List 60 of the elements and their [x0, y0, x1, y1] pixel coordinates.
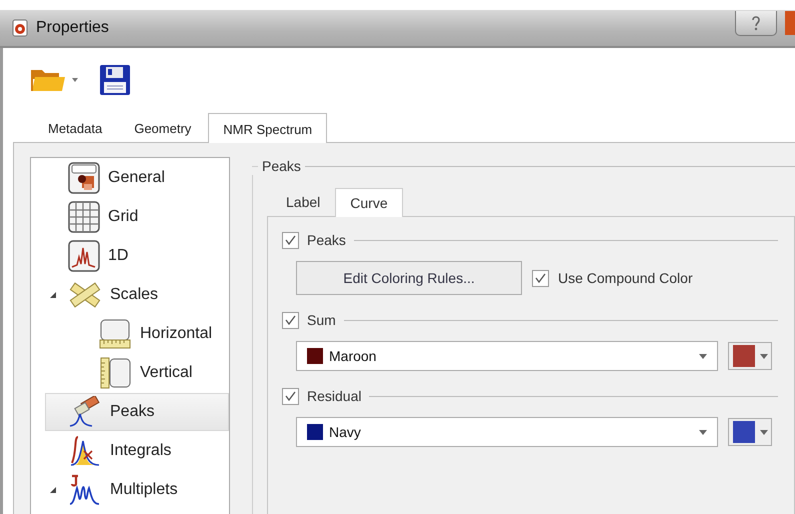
caret-icon — [760, 430, 768, 434]
edit-rules-button[interactable]: Edit Coloring Rules... — [296, 261, 522, 295]
checkbox[interactable] — [282, 388, 299, 404]
checkmark-icon — [285, 235, 296, 245]
question-mark-icon — [751, 14, 761, 30]
tree-label: Multiplets — [110, 481, 178, 499]
title-chart-icon — [68, 162, 100, 194]
tree-item[interactable]: Integrals — [31, 432, 229, 470]
checkbox[interactable] — [532, 270, 549, 286]
tree-label: Peaks — [110, 403, 154, 421]
help-button[interactable] — [735, 10, 777, 36]
section-label: Sum — [307, 312, 336, 328]
tab[interactable]: Metadata — [33, 114, 118, 142]
section-label: Residual — [307, 388, 362, 404]
checkbox[interactable] — [282, 312, 299, 328]
tree-item[interactable]: Horizontal — [31, 315, 229, 353]
color-dropdown[interactable]: Navy — [296, 417, 718, 447]
checkmark-icon — [285, 315, 296, 325]
tree-label: General — [108, 169, 165, 187]
caret-icon — [699, 354, 707, 358]
tree-item[interactable]: Vertical — [31, 354, 229, 392]
caret-icon — [699, 430, 707, 434]
tree-item[interactable]: 1D — [31, 237, 229, 275]
caret-icon — [71, 77, 79, 83]
integral-curve-icon — [68, 435, 102, 467]
tree-item[interactable]: General — [31, 159, 229, 197]
folder-icon — [31, 67, 65, 93]
caret-icon — [760, 354, 768, 358]
tree-label: Scales — [110, 286, 158, 304]
checkmark-icon — [535, 273, 546, 283]
section-label: Peaks — [307, 232, 346, 248]
grid-icon — [68, 201, 100, 233]
vertical-scale-icon — [98, 357, 132, 389]
tree-item[interactable]: Multiplets — [31, 471, 229, 509]
horizontal-scale-icon — [98, 318, 132, 350]
peak-picker-icon — [68, 396, 102, 428]
checkbox[interactable] — [282, 232, 299, 248]
tab[interactable]: Geometry — [119, 114, 206, 142]
color-dropdown[interactable]: Maroon — [296, 341, 718, 371]
option-label: Use Compound Color — [558, 270, 693, 286]
tree-label: 1D — [108, 247, 128, 265]
tree-item[interactable]: Peaks — [45, 393, 229, 431]
tree-item[interactable]: Grid — [31, 198, 229, 236]
multiplet-icon — [68, 474, 102, 506]
color-picker-button[interactable] — [728, 418, 772, 446]
tab[interactable]: NMR Spectrum — [208, 113, 328, 143]
tree-label: Horizontal — [140, 325, 212, 343]
tree-item[interactable]: Scales — [31, 276, 229, 314]
color-picker-button[interactable] — [728, 342, 772, 370]
app-icon — [12, 19, 28, 37]
checkmark-icon — [285, 391, 296, 401]
tree-label: Grid — [108, 208, 138, 226]
tree-label: Integrals — [110, 442, 172, 460]
save-icon — [99, 64, 131, 96]
spectrum-icon — [68, 240, 100, 272]
tree-label: Vertical — [140, 364, 192, 382]
tab[interactable]: Curve — [335, 188, 403, 217]
group-title: Peaks — [262, 158, 301, 174]
window-title: Properties — [36, 19, 110, 37]
tab[interactable]: Label — [271, 187, 336, 216]
